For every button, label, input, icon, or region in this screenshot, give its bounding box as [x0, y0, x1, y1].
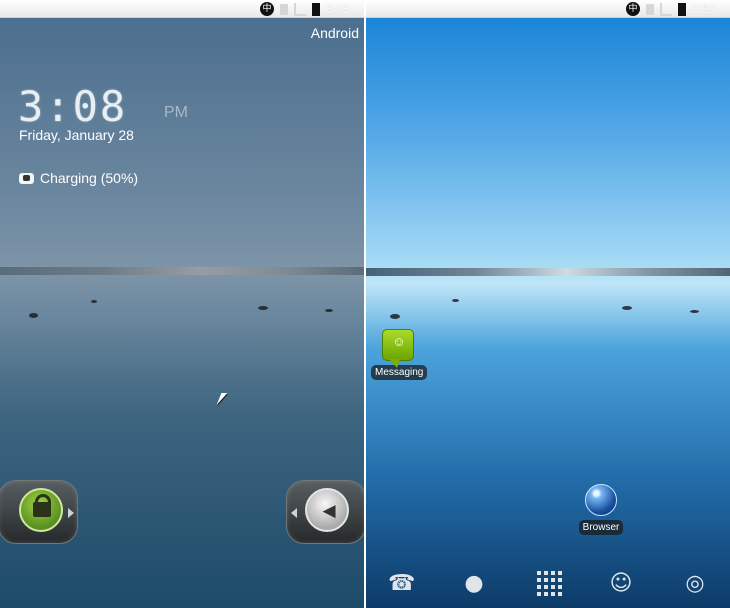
lock-screen: 中 3:08 Android 3:08 PM Friday, January 2… — [0, 0, 364, 608]
charging-label: Charging (50%) — [40, 170, 139, 186]
status-bar: 中 3:08 — [0, 0, 364, 18]
lake-rock — [452, 299, 459, 302]
phone-icon[interactable]: ☎ — [388, 571, 415, 597]
contacts-icon[interactable]: ● — [461, 571, 487, 597]
home-screen: 中 2:59 ☺ Messaging Browser ☎ ● ☺ ◎ — [366, 0, 730, 608]
speaker-icon: ◀ — [322, 501, 336, 521]
china-mobile-icon: 中 — [626, 2, 640, 16]
mouse-cursor-icon — [216, 393, 228, 405]
unlock-icon — [33, 494, 51, 517]
china-mobile-icon: 中 — [260, 2, 274, 16]
messaging-dock-icon[interactable]: ☺ — [608, 571, 634, 597]
lake-rock — [325, 309, 333, 312]
charging-icon — [19, 172, 34, 184]
signal-icon — [660, 2, 672, 16]
carrier-label: Android — [310, 25, 359, 41]
browser-globe-icon — [585, 484, 617, 516]
lake-rock — [29, 313, 38, 318]
lake-rock — [690, 310, 699, 313]
sim-icon — [280, 3, 288, 15]
chevron-right-icon — [68, 508, 74, 518]
browser-label: Browser — [578, 520, 624, 535]
lake-rock — [91, 300, 97, 303]
home-wallpaper — [366, 18, 730, 608]
lake-rock — [390, 314, 400, 319]
sound-slider-tab[interactable]: ◀ — [286, 480, 364, 544]
lock-clock: 3:08 — [18, 82, 128, 131]
status-icons: 中 3:08 — [260, 1, 360, 17]
app-drawer-icon[interactable] — [536, 571, 562, 597]
lock-date: Friday, January 28 — [19, 127, 134, 143]
status-icons: 中 2:59 — [626, 1, 726, 17]
distant-horizon — [0, 267, 364, 275]
messaging-app[interactable]: ☺ Messaging — [371, 329, 428, 380]
lake-rock — [622, 306, 632, 310]
messaging-icon: ☺ — [382, 329, 414, 368]
browser-app[interactable]: Browser — [575, 484, 627, 535]
charging-status: Charging (50%) — [19, 170, 138, 186]
chevron-left-icon — [291, 508, 297, 518]
lake-rock — [258, 306, 268, 310]
battery-charging-icon — [312, 2, 320, 16]
clock-ampm: PM — [164, 104, 188, 121]
browser-dock-icon[interactable]: ◎ — [682, 571, 708, 597]
dual-android-screenshots: 中 3:08 Android 3:08 PM Friday, January 2… — [0, 0, 730, 608]
distant-horizon — [366, 268, 730, 276]
status-time: 2:59 — [692, 2, 716, 16]
app-grid-dots — [536, 571, 562, 596]
sound-button[interactable]: ◀ — [305, 488, 349, 532]
status-bar: 中 2:59 — [366, 0, 730, 18]
unlock-button[interactable] — [19, 488, 63, 532]
battery-charging-icon — [678, 2, 686, 16]
signal-icon — [294, 2, 306, 16]
status-time: 3:08 — [326, 2, 350, 16]
sim-icon — [646, 3, 654, 15]
smile-icon: ☺ — [392, 334, 406, 349]
unlock-slider-tab[interactable] — [0, 480, 78, 544]
